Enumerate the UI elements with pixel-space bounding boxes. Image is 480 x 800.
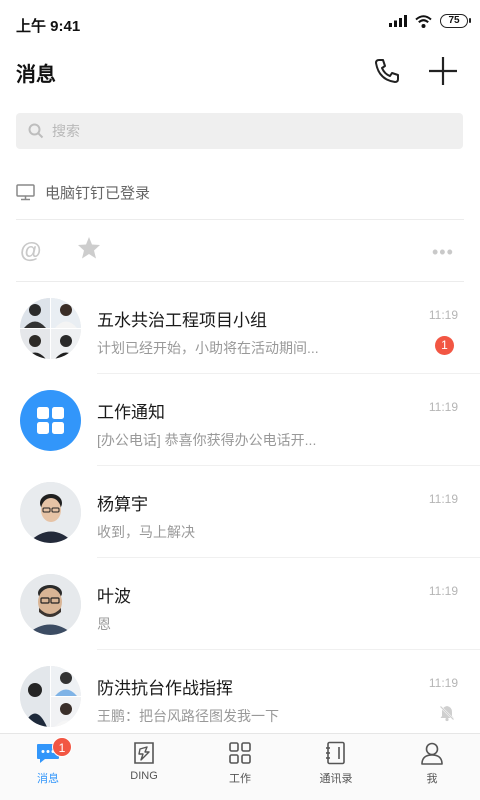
contacts-icon	[326, 741, 345, 765]
chat-preview: 收到，马上解决	[97, 524, 195, 540]
tab-contacts[interactable]: 通讯录	[288, 734, 384, 800]
chat-name: 叶波	[97, 587, 131, 606]
desktop-icon	[16, 183, 35, 200]
tab-label: 工作	[229, 773, 251, 785]
signal-icon	[389, 15, 407, 27]
chat-item[interactable]: 杨算宇 收到，马上解决 11:19	[0, 466, 480, 558]
tab-label: 消息	[37, 773, 59, 785]
tab-me[interactable]: 我	[384, 734, 480, 800]
search-input[interactable]	[52, 123, 432, 139]
plus-icon	[429, 57, 457, 85]
search-bar[interactable]	[16, 113, 463, 149]
tab-label: 我	[426, 773, 438, 785]
chat-time: 11:19	[428, 400, 458, 414]
quick-actions-row: @ •••	[0, 222, 480, 278]
chat-name: 防洪抗台作战指挥	[97, 679, 233, 698]
tab-label: DING	[130, 770, 158, 782]
ding-icon	[134, 742, 154, 764]
add-button[interactable]	[426, 54, 460, 88]
work-notice-icon	[20, 390, 81, 451]
tab-messages[interactable]: 1 消息	[0, 734, 96, 800]
tab-work[interactable]: 工作	[192, 734, 288, 800]
status-indicators: 75	[389, 14, 471, 28]
chat-item[interactable]: 五水共治工程项目小组 计划已经开始，小助将在活动期间... 11:19 1	[0, 282, 480, 374]
tab-badge: 1	[52, 737, 72, 757]
more-icon[interactable]: •••	[432, 242, 454, 263]
chat-name: 五水共治工程项目小组	[97, 311, 267, 330]
chat-preview: 计划已经开始，小助将在活动期间...	[97, 340, 319, 356]
person-icon	[421, 742, 443, 765]
chat-item[interactable]: 防洪抗台作战指挥 王鹏：把台风路径图发我一下 11:19	[0, 650, 480, 742]
tab-bar: 1 消息 DING 工作 通讯录 我	[0, 733, 480, 800]
unread-badge: 1	[435, 336, 454, 355]
pc-login-label: 电脑钉钉已登录	[45, 184, 151, 202]
tab-label: 通讯录	[319, 773, 353, 785]
header: 消息	[0, 48, 480, 96]
chat-name: 工作通知	[97, 403, 165, 422]
phone-icon	[375, 59, 399, 83]
chat-name: 杨算宇	[97, 495, 148, 514]
chat-preview: [办公电话] 恭喜你获得办公电话开...	[97, 432, 317, 448]
divider	[16, 219, 464, 220]
chat-time: 11:19	[428, 584, 458, 598]
chat-preview: 王鹏：把台风路径图发我一下	[97, 708, 279, 724]
person-avatar	[20, 482, 81, 543]
status-bar: 上午 9:41 75	[0, 0, 480, 48]
grid-icon	[229, 742, 251, 764]
group-avatar	[20, 298, 81, 359]
pc-login-banner[interactable]: 电脑钉钉已登录	[16, 170, 150, 214]
person-avatar	[20, 574, 81, 635]
chat-time: 11:19	[428, 492, 458, 506]
chat-list: 五水共治工程项目小组 计划已经开始，小助将在活动期间... 11:19 1 工作…	[0, 282, 480, 742]
mute-bell-icon	[439, 705, 455, 722]
battery-indicator: 75	[440, 14, 471, 28]
status-time: 上午 9:41	[16, 18, 81, 35]
chat-item[interactable]: 叶波 恩 11:19	[0, 558, 480, 650]
chat-item[interactable]: 工作通知 [办公电话] 恭喜你获得办公电话开... 11:19	[0, 374, 480, 466]
chat-time: 11:19	[428, 676, 458, 690]
wifi-icon	[415, 14, 432, 28]
chat-preview: 恩	[97, 616, 111, 632]
phone-button[interactable]	[370, 54, 404, 88]
page-title: 消息	[16, 64, 56, 86]
star-icon[interactable]	[76, 235, 102, 261]
search-icon	[28, 123, 44, 139]
at-mention-icon[interactable]: @	[20, 238, 41, 264]
tab-ding[interactable]: DING	[96, 734, 192, 800]
group-avatar	[20, 666, 81, 727]
chat-time: 11:19	[428, 308, 458, 322]
